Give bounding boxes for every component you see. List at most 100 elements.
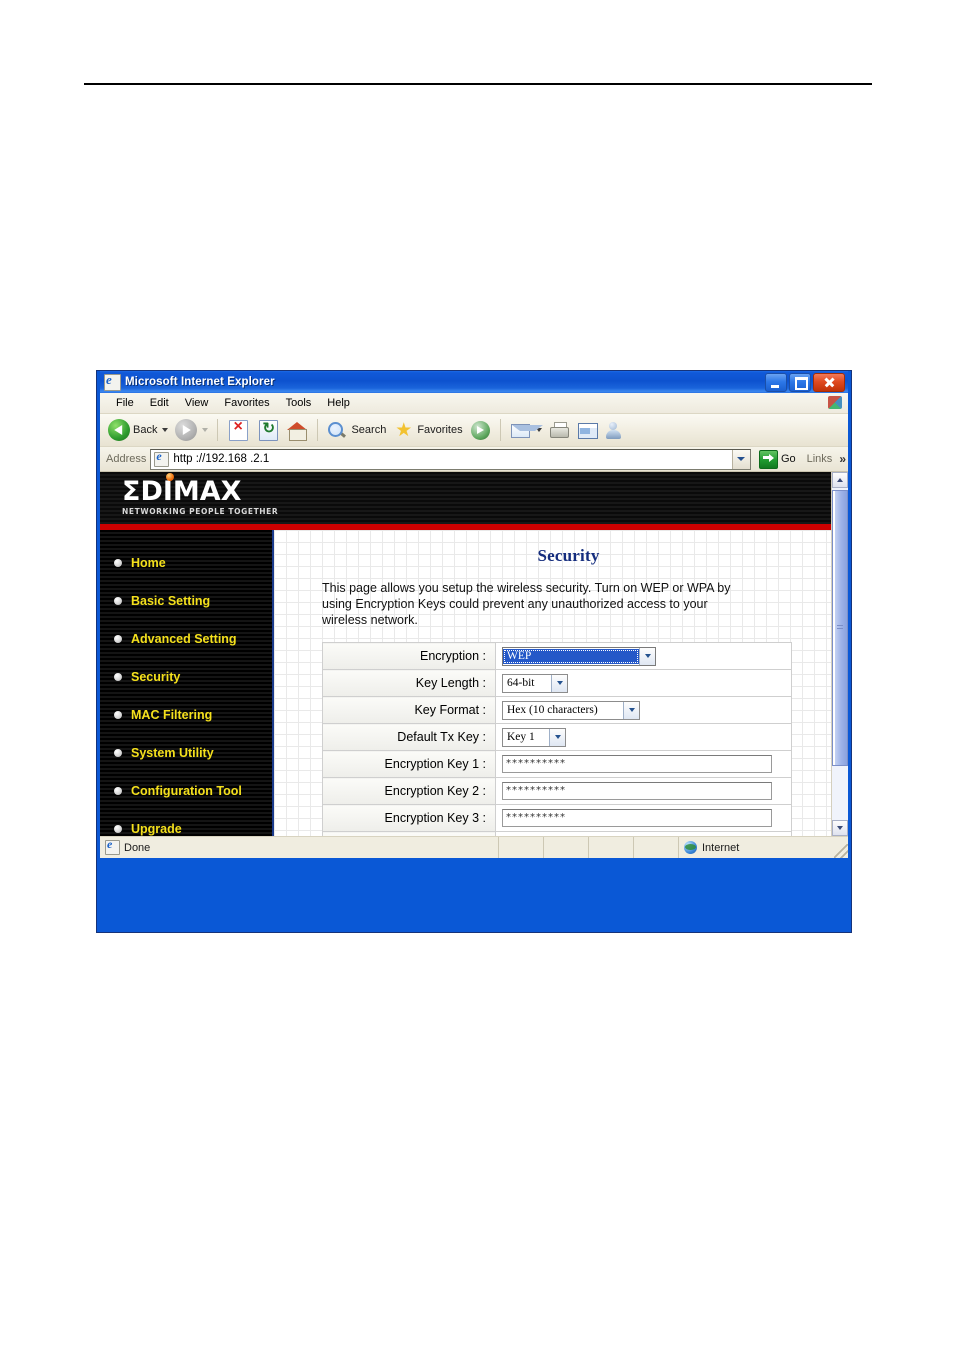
encryption-label: Encryption : xyxy=(322,642,496,670)
sidebar-item-label: Home xyxy=(131,556,166,570)
page-title: Security xyxy=(537,546,600,565)
sidebar-item-mac-filtering[interactable]: MAC Filtering xyxy=(100,696,272,734)
chevron-down-icon[interactable] xyxy=(551,674,567,692)
sidebar-item-label: Configuration Tool xyxy=(131,784,242,798)
table-row: Encryption Key 4 : ********** xyxy=(322,831,792,836)
forward-button[interactable] xyxy=(173,419,210,441)
home-button[interactable] xyxy=(285,420,310,441)
status-pane-2 xyxy=(544,837,589,858)
default-tx-key-select[interactable]: Key 1 xyxy=(502,727,566,747)
logo-wordmark: ΣDIMAX xyxy=(122,476,242,507)
encryption-key-2-input[interactable]: ********** xyxy=(502,782,772,800)
table-row: Encryption : WEP xyxy=(322,642,792,670)
scroll-up-button[interactable] xyxy=(832,472,848,488)
window-title: Microsoft Internet Explorer xyxy=(125,376,275,388)
address-url-text: http ://192.168 .2.1 xyxy=(173,453,270,465)
chevron-down-icon[interactable] xyxy=(623,701,639,719)
bullet-icon xyxy=(114,711,122,719)
refresh-button[interactable] xyxy=(255,419,282,441)
sidebar-item-upgrade[interactable]: Upgrade xyxy=(100,810,272,836)
window-titlebar: Microsoft Internet Explorer xyxy=(100,371,848,393)
windows-flag-icon xyxy=(828,396,842,409)
main-content: Security This page allows you setup the … xyxy=(274,530,831,836)
address-dropdown-button[interactable] xyxy=(731,449,750,469)
toolbar-divider xyxy=(499,419,501,441)
key-format-select[interactable]: Hex (10 characters) xyxy=(502,700,640,720)
bullet-icon xyxy=(114,559,122,567)
search-label: Search xyxy=(351,424,387,436)
search-button[interactable]: Search xyxy=(325,420,388,441)
browser-chrome: File Edit View Favorites Tools Help Back xyxy=(100,393,848,472)
back-button[interactable]: Back xyxy=(106,419,170,441)
media-button[interactable] xyxy=(468,420,493,440)
go-label: Go xyxy=(780,453,796,465)
menu-item-edit[interactable]: Edit xyxy=(142,397,177,409)
scrollbar-thumb[interactable] xyxy=(832,490,848,766)
search-icon xyxy=(327,420,348,441)
key-format-label: Key Format : xyxy=(322,696,496,724)
encryption-key-3-label: Encryption Key 3 : xyxy=(322,804,496,832)
security-zone-pane[interactable]: Internet xyxy=(679,837,834,858)
bullet-icon xyxy=(114,749,122,757)
maximize-button[interactable] xyxy=(789,373,811,392)
favorites-button[interactable]: ★ Favorites xyxy=(391,420,464,441)
bullet-icon xyxy=(114,635,122,643)
status-bar: Done Internet xyxy=(100,836,848,858)
sidebar-item-system-utility[interactable]: System Utility xyxy=(100,734,272,772)
menu-item-help[interactable]: Help xyxy=(319,397,358,409)
page-content: ΣDIMAX NETWORKING PEOPLE TOGETHER Home B… xyxy=(100,472,831,836)
close-button[interactable] xyxy=(813,373,845,392)
internet-explorer-window: Microsoft Internet Explorer File Edit Vi… xyxy=(96,370,852,933)
chevron-down-icon[interactable] xyxy=(549,728,565,746)
stop-icon xyxy=(229,418,249,441)
menu-item-file[interactable]: File xyxy=(108,397,142,409)
scrollbar-track[interactable] xyxy=(832,488,848,820)
sidebar-item-home[interactable]: Home xyxy=(100,544,272,582)
sidebar-item-basic-setting[interactable]: Basic Setting xyxy=(100,582,272,620)
minimize-button[interactable] xyxy=(765,373,787,392)
toolbar-divider xyxy=(217,419,219,441)
security-zone-label: Internet xyxy=(702,841,740,854)
globe-icon xyxy=(684,841,697,854)
messenger-icon xyxy=(605,420,626,441)
address-label: Address xyxy=(106,453,147,465)
sidebar-item-label: Basic Setting xyxy=(131,594,211,608)
mail-button[interactable] xyxy=(508,420,544,441)
encryption-select[interactable]: WEP xyxy=(502,646,656,666)
back-dropdown-icon[interactable] xyxy=(162,428,169,432)
menu-item-favorites[interactable]: Favorites xyxy=(216,397,277,409)
sidebar-item-label: Security xyxy=(131,670,181,684)
status-text: Done xyxy=(124,841,151,854)
toolbar-overflow-chevron-icon[interactable]: » xyxy=(839,452,846,466)
edit-button[interactable] xyxy=(575,420,600,441)
security-settings-table: Encryption : WEP Key Length : 64-bit Key… xyxy=(322,642,792,836)
page-status-icon xyxy=(105,837,120,855)
resize-grip[interactable] xyxy=(834,844,848,858)
forward-dropdown-icon[interactable] xyxy=(202,428,209,432)
browser-viewport: ΣDIMAX NETWORKING PEOPLE TOGETHER Home B… xyxy=(100,472,848,836)
window-controls xyxy=(765,373,845,392)
encryption-value: WEP xyxy=(503,648,639,664)
messenger-button[interactable] xyxy=(603,420,628,441)
links-button[interactable]: Links xyxy=(804,453,836,465)
page-vertical-scrollbar[interactable] xyxy=(831,472,848,836)
go-button[interactable]: Go xyxy=(755,449,800,469)
sidebar-item-advanced-setting[interactable]: Advanced Setting xyxy=(100,620,272,658)
menu-item-view[interactable]: View xyxy=(177,397,217,409)
menu-item-tools[interactable]: Tools xyxy=(278,397,320,409)
key-length-select[interactable]: 64-bit xyxy=(502,673,568,693)
address-input[interactable]: http ://192.168 .2.1 xyxy=(150,448,751,470)
bullet-icon xyxy=(114,825,122,833)
stop-button[interactable] xyxy=(225,418,252,441)
menu-bar: File Edit View Favorites Tools Help xyxy=(100,393,848,414)
toolbar-divider xyxy=(317,419,319,441)
chevron-down-icon[interactable] xyxy=(639,647,655,665)
table-row: Encryption Key 2 : ********** xyxy=(322,777,792,805)
bullet-icon xyxy=(114,597,122,605)
scroll-down-button[interactable] xyxy=(832,820,848,836)
sidebar-item-security[interactable]: Security xyxy=(100,658,272,696)
sidebar-item-configuration-tool[interactable]: Configuration Tool xyxy=(100,772,272,810)
print-button[interactable] xyxy=(547,420,572,441)
encryption-key-3-input[interactable]: ********** xyxy=(502,809,772,827)
encryption-key-1-input[interactable]: ********** xyxy=(502,755,772,773)
